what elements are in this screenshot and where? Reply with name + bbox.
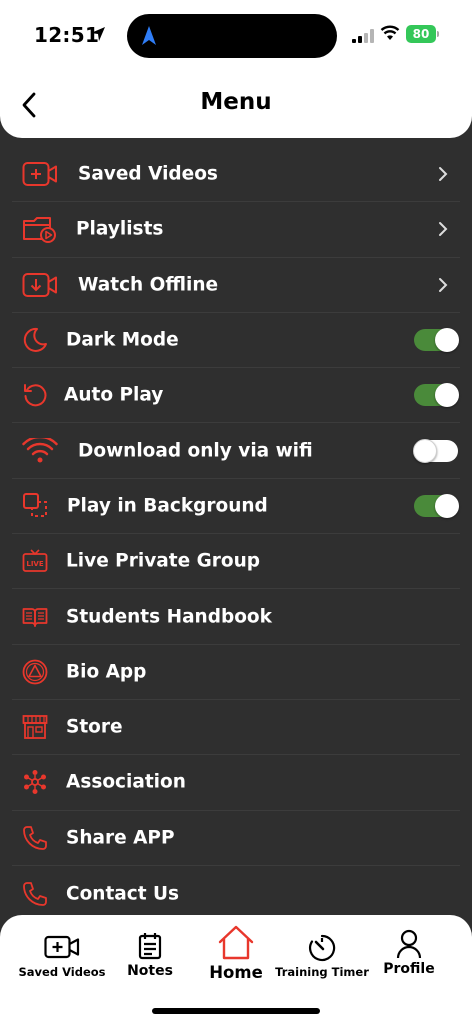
video-plus-icon xyxy=(44,931,80,963)
menu-label-students-handbook: Students Handbook xyxy=(66,606,272,628)
menu-item-saved-videos[interactable]: Saved Videos xyxy=(12,147,460,203)
menu-item-download-wifi[interactable]: Download only via wifi xyxy=(12,423,460,479)
page-title: Menu xyxy=(200,89,272,115)
profile-icon xyxy=(396,927,422,961)
home-icon xyxy=(218,925,254,961)
toggle-knob xyxy=(435,383,459,408)
menu-label-contact-us: Contact Us xyxy=(66,883,180,904)
menu-item-live-private-group[interactable]: LIVE Live Private Group xyxy=(12,534,460,590)
notes-icon xyxy=(138,929,162,963)
menu-item-share-app[interactable]: Share APP xyxy=(12,811,460,866)
menu-item-auto-play[interactable]: Auto Play xyxy=(12,368,460,424)
tab-label-training-timer: Training Timer xyxy=(275,965,369,979)
phone-icon xyxy=(22,825,48,851)
bio-app-icon xyxy=(22,659,48,685)
store-icon xyxy=(22,714,48,740)
video-plus-icon xyxy=(22,161,58,187)
menu-item-store[interactable]: Store xyxy=(12,700,460,756)
location-arrow-icon xyxy=(90,26,106,46)
menu-label-play-background: Play in Background xyxy=(67,495,268,517)
chevron-right-icon xyxy=(438,221,448,237)
cellular-signal-icon xyxy=(352,28,374,47)
book-icon xyxy=(22,606,48,628)
timer-icon xyxy=(308,931,336,965)
menu-item-dark-mode[interactable]: Dark Mode xyxy=(12,313,460,369)
playlist-folder-icon xyxy=(22,215,58,244)
menu-label-download-wifi: Download only via wifi xyxy=(78,440,313,462)
menu-label-auto-play: Auto Play xyxy=(64,384,164,406)
moon-icon xyxy=(22,327,48,353)
menu-label-live-private-group: Live Private Group xyxy=(66,550,261,572)
menu-item-students-handbook[interactable]: Students Handbook xyxy=(12,589,460,645)
menu-item-bio-app[interactable]: Bio App xyxy=(12,645,460,700)
picture-in-picture-icon xyxy=(22,492,50,520)
battery-tip xyxy=(437,31,439,37)
auto-play-toggle[interactable] xyxy=(414,383,459,408)
toggle-knob xyxy=(413,438,437,463)
chevron-right-icon xyxy=(438,277,448,293)
dark-mode-toggle[interactable] xyxy=(414,328,459,353)
menu-label-share-app: Share APP xyxy=(66,827,175,849)
menu-item-contact-us[interactable]: Contact Us xyxy=(12,866,460,921)
home-indicator xyxy=(152,1008,320,1014)
chevron-right-icon xyxy=(438,166,448,182)
tab-label-profile: Profile xyxy=(383,961,435,977)
status-bar: 12:51 80 xyxy=(0,0,472,70)
live-tv-icon: LIVE xyxy=(22,549,48,573)
wifi-status-icon xyxy=(380,25,400,45)
svg-text:LIVE: LIVE xyxy=(26,560,43,568)
toggle-knob xyxy=(435,328,459,353)
menu-item-play-background[interactable]: Play in Background xyxy=(12,479,460,535)
menu-label-playlists: Playlists xyxy=(76,218,164,240)
menu-item-playlists[interactable]: Playlists xyxy=(12,202,460,258)
download-video-icon xyxy=(22,272,58,298)
menu-label-bio-app: Bio App xyxy=(66,661,147,683)
download-wifi-toggle[interactable] xyxy=(413,438,458,463)
tab-label-notes: Notes xyxy=(127,963,173,979)
menu-label-watch-offline: Watch Offline xyxy=(78,274,219,296)
dynamic-island xyxy=(127,14,337,58)
menu-label-store: Store xyxy=(66,716,123,738)
replay-icon xyxy=(22,382,48,408)
tab-notes[interactable]: Notes xyxy=(122,925,178,979)
play-background-toggle[interactable] xyxy=(414,493,459,518)
phone-icon xyxy=(22,881,48,907)
navigation-arrow-icon xyxy=(141,25,157,51)
tab-saved-videos[interactable]: Saved Videos xyxy=(18,925,106,979)
tab-home[interactable]: Home xyxy=(200,925,272,982)
wifi-icon xyxy=(22,437,58,464)
tab-label-saved-videos: Saved Videos xyxy=(18,965,106,979)
menu-item-watch-offline[interactable]: Watch Offline xyxy=(12,258,460,313)
menu-label-saved-videos: Saved Videos xyxy=(78,163,218,185)
menu-list: Saved Videos Playlists Watch Offline Dar… xyxy=(0,147,472,921)
menu-item-association[interactable]: Association xyxy=(12,755,460,811)
battery-indicator: 80 xyxy=(406,25,436,43)
tab-training-timer[interactable]: Training Timer xyxy=(275,925,369,979)
association-icon xyxy=(22,769,48,795)
menu-label-dark-mode: Dark Mode xyxy=(66,329,179,351)
tab-profile[interactable]: Profile xyxy=(379,925,439,977)
header: 12:51 80 Menu xyxy=(0,0,472,138)
toggle-knob xyxy=(435,493,459,518)
tab-label-home: Home xyxy=(209,963,263,982)
menu-label-association: Association xyxy=(66,771,186,793)
